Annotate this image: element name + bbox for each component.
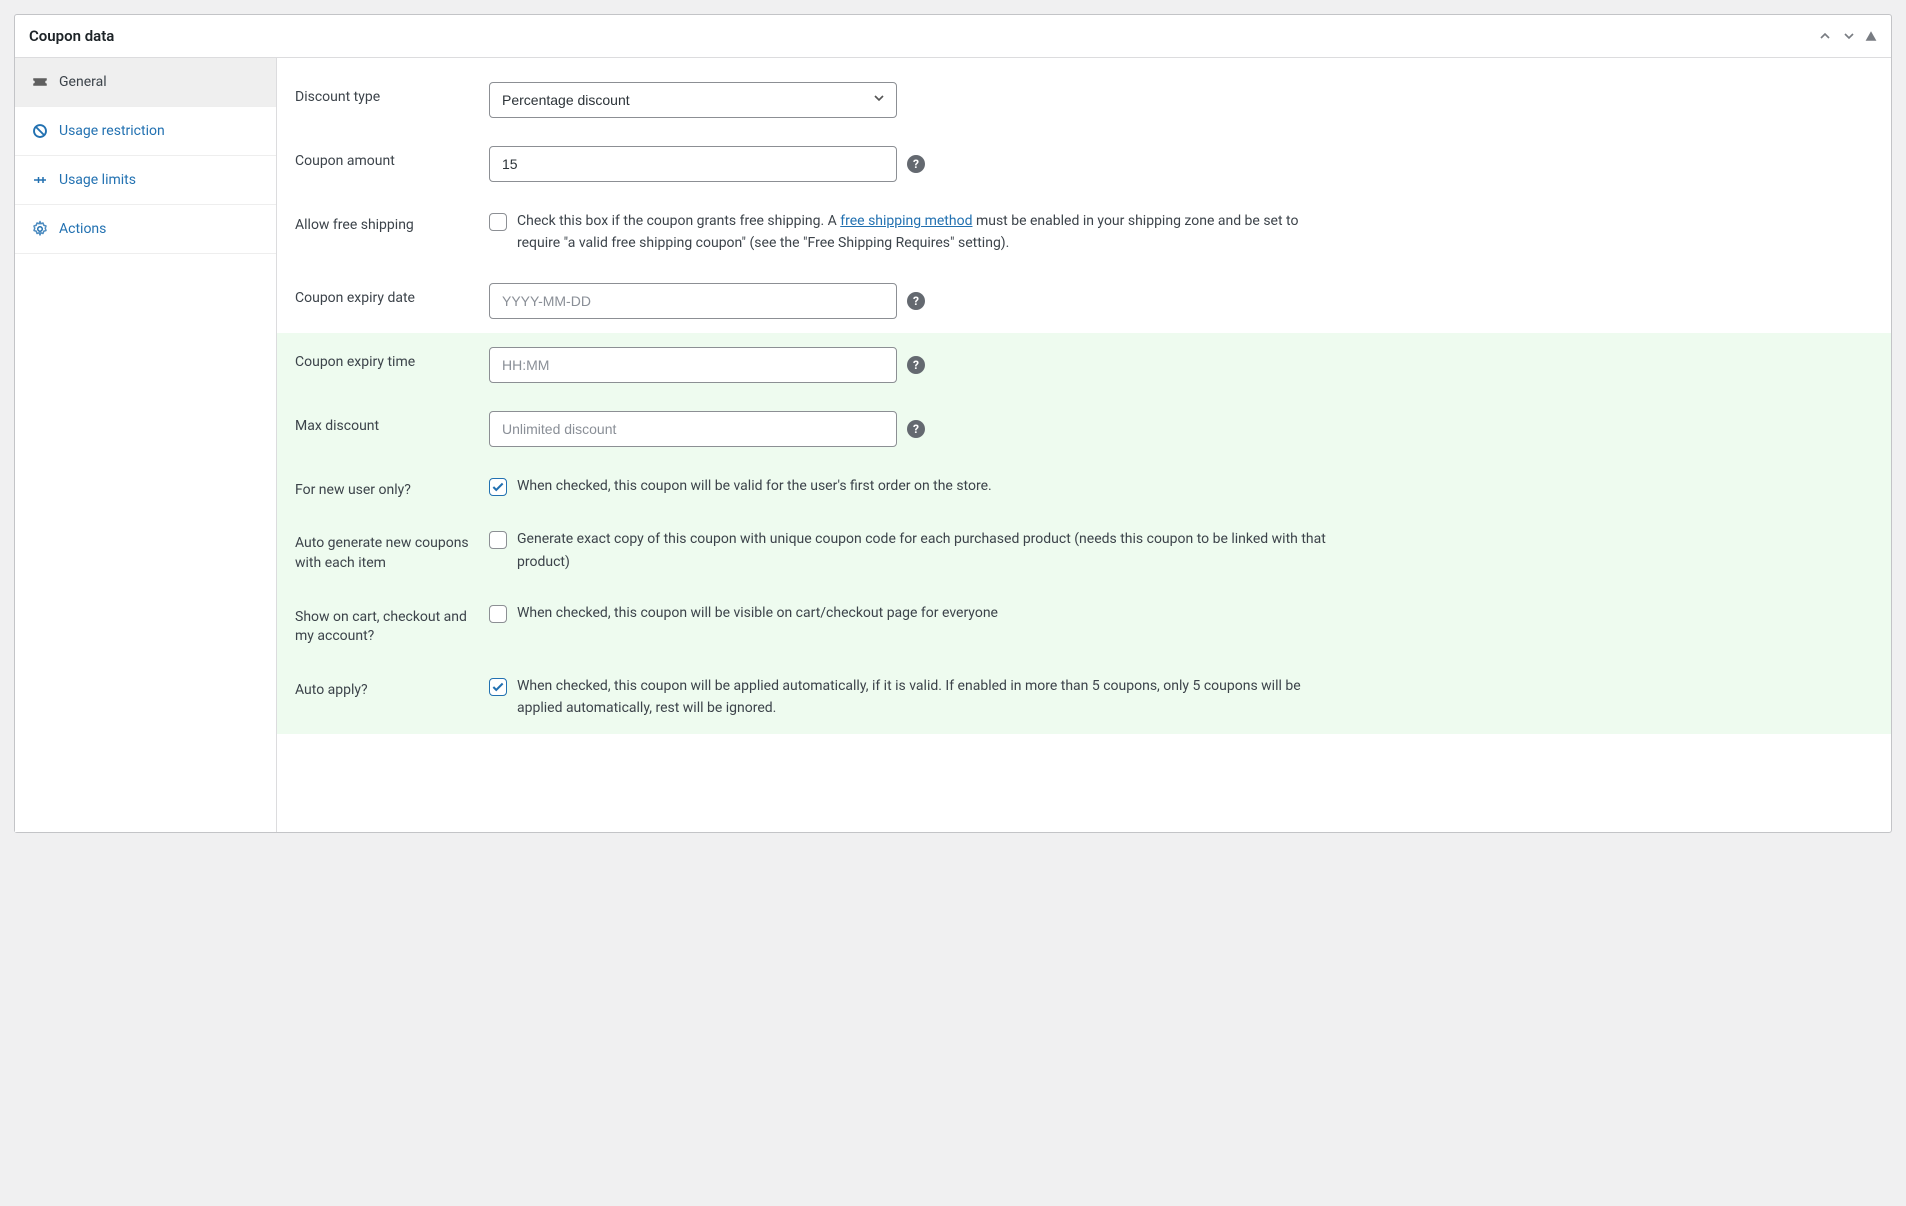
row-discount-type: Discount type Percentage discount	[277, 68, 1891, 132]
show-on-cart-checkbox[interactable]	[489, 605, 507, 623]
auto-generate-desc: Generate exact copy of this coupon with …	[517, 528, 1337, 573]
help-icon[interactable]: ?	[907, 356, 925, 374]
sidebar-item-label: General	[59, 74, 107, 90]
auto-apply-desc: When checked, this coupon will be applie…	[517, 675, 1337, 720]
help-icon[interactable]: ?	[907, 420, 925, 438]
sliders-icon	[31, 171, 49, 189]
panel-actions	[1817, 28, 1877, 44]
coupon-data-panel: Coupon data General	[14, 14, 1892, 833]
row-expiry-date: Coupon expiry date ?	[277, 269, 1891, 333]
row-new-user: For new user only? When checked, this co…	[277, 461, 1891, 515]
panel-header: Coupon data	[15, 15, 1891, 58]
panel-body: General Usage restriction Usage limits A…	[15, 58, 1891, 832]
move-up-icon[interactable]	[1817, 28, 1833, 44]
free-shipping-checkbox[interactable]	[489, 213, 507, 231]
sidebar-item-label: Usage restriction	[59, 123, 165, 139]
sidebar-item-actions[interactable]: Actions	[15, 205, 276, 254]
label-coupon-amount: Coupon amount	[295, 146, 473, 172]
ticket-icon	[31, 73, 49, 91]
coupon-amount-input[interactable]	[489, 146, 897, 182]
sidebar-item-usage-limits[interactable]: Usage limits	[15, 156, 276, 205]
label-max-discount: Max discount	[295, 411, 473, 437]
panel-title: Coupon data	[29, 27, 114, 45]
help-icon[interactable]: ?	[907, 155, 925, 173]
label-auto-apply: Auto apply?	[295, 675, 473, 701]
discount-type-select[interactable]: Percentage discount	[489, 82, 897, 118]
row-show-on-cart: Show on cart, checkout and my account? W…	[277, 588, 1891, 661]
toggle-panel-icon[interactable]	[1865, 30, 1877, 42]
auto-apply-checkbox[interactable]	[489, 678, 507, 696]
label-free-shipping: Allow free shipping	[295, 210, 473, 236]
row-free-shipping: Allow free shipping Check this box if th…	[277, 196, 1891, 269]
free-shipping-link[interactable]: free shipping method	[840, 213, 972, 229]
new-user-desc: When checked, this coupon will be valid …	[517, 475, 992, 497]
sidebar-item-label: Usage limits	[59, 172, 136, 188]
expiry-time-input[interactable]	[489, 347, 897, 383]
show-on-cart-desc: When checked, this coupon will be visibl…	[517, 602, 998, 624]
label-expiry-date: Coupon expiry date	[295, 283, 473, 309]
discount-type-select-wrap: Percentage discount	[489, 82, 897, 118]
gear-icon	[31, 220, 49, 238]
row-max-discount: Max discount ?	[277, 397, 1891, 461]
label-auto-generate: Auto generate new coupons with each item	[295, 528, 473, 573]
ban-icon	[31, 122, 49, 140]
free-shipping-desc: Check this box if the coupon grants free…	[517, 210, 1337, 255]
row-auto-apply: Auto apply? When checked, this coupon wi…	[277, 661, 1891, 734]
label-expiry-time: Coupon expiry time	[295, 347, 473, 373]
form-content: Discount type Percentage discount Coupon…	[277, 58, 1891, 832]
label-show-on-cart: Show on cart, checkout and my account?	[295, 602, 473, 647]
row-auto-generate: Auto generate new coupons with each item…	[277, 514, 1891, 587]
sidebar: General Usage restriction Usage limits A…	[15, 58, 277, 832]
label-new-user: For new user only?	[295, 475, 473, 501]
sidebar-item-general[interactable]: General	[15, 58, 276, 107]
sidebar-item-label: Actions	[59, 221, 106, 237]
row-coupon-amount: Coupon amount ?	[277, 132, 1891, 196]
expiry-date-input[interactable]	[489, 283, 897, 319]
help-icon[interactable]: ?	[907, 292, 925, 310]
move-down-icon[interactable]	[1841, 28, 1857, 44]
auto-generate-checkbox[interactable]	[489, 531, 507, 549]
max-discount-input[interactable]	[489, 411, 897, 447]
new-user-checkbox[interactable]	[489, 478, 507, 496]
label-discount-type: Discount type	[295, 82, 473, 108]
row-expiry-time: Coupon expiry time ?	[277, 333, 1891, 397]
sidebar-item-usage-restriction[interactable]: Usage restriction	[15, 107, 276, 156]
